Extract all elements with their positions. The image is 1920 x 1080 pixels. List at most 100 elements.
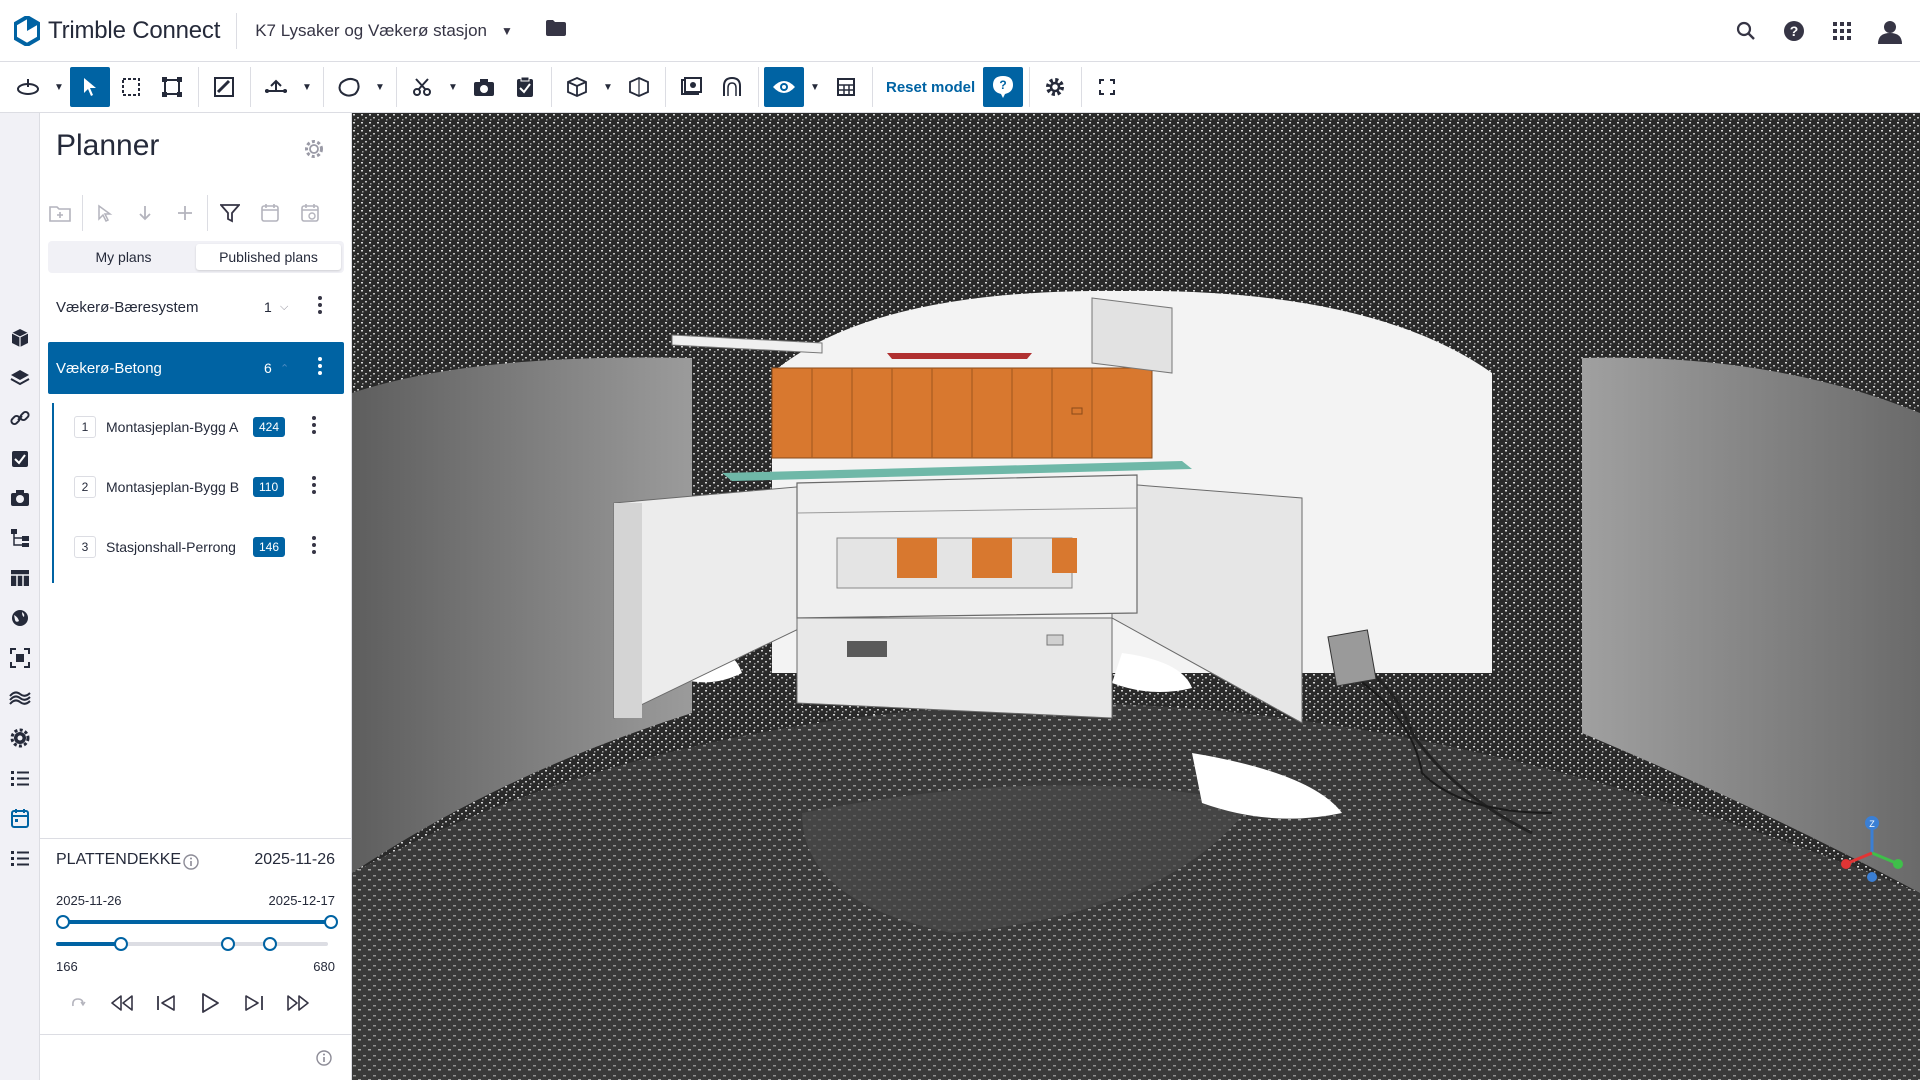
planner-calendar-icon[interactable]: [8, 806, 32, 830]
range-start-date: 2025-11-26: [56, 893, 122, 908]
camera-views-icon[interactable]: [8, 486, 32, 510]
marker-handle[interactable]: [263, 937, 277, 951]
reset-model-button[interactable]: Reset model: [878, 67, 983, 107]
tab-my-plans[interactable]: My plans: [51, 244, 196, 270]
search-icon[interactable]: [1722, 7, 1770, 55]
apps-grid-icon[interactable]: [1818, 7, 1866, 55]
more-options-icon[interactable]: [318, 356, 322, 380]
more-options-icon[interactable]: [312, 475, 316, 499]
hierarchy-icon[interactable]: [8, 526, 32, 550]
loop-icon[interactable]: [56, 985, 100, 1021]
chevron-down-icon[interactable]: ⌵: [280, 301, 288, 314]
plan-row[interactable]: Vækerø-Bæresystem 1 ⌵: [48, 281, 344, 333]
plans-tabs: My plans Published plans: [48, 241, 344, 273]
count-badge: 110: [253, 477, 285, 497]
fast-rewind-icon[interactable]: [100, 985, 144, 1021]
calendar-add-icon[interactable]: [250, 193, 290, 233]
help-icon[interactable]: ?: [1770, 7, 1818, 55]
skip-previous-icon[interactable]: [144, 985, 188, 1021]
more-options-icon[interactable]: [318, 295, 322, 319]
range-end-handle[interactable]: [324, 915, 338, 929]
play-icon[interactable]: [188, 985, 232, 1021]
info-icon[interactable]: [183, 854, 199, 875]
count-badge: 424: [253, 417, 286, 437]
select-pointer-icon[interactable]: [70, 67, 110, 107]
list-item[interactable]: 3 Stasjonshall-Perrong 146: [58, 527, 316, 567]
chevron-down-icon[interactable]: ▼: [370, 67, 390, 107]
details-list-icon[interactable]: [8, 846, 32, 870]
models-cube-icon[interactable]: [8, 326, 32, 350]
link-icon[interactable]: [8, 406, 32, 430]
measure-icon[interactable]: [256, 67, 296, 107]
new-folder-icon[interactable]: [40, 193, 80, 233]
chevron-down-icon[interactable]: ▼: [297, 67, 317, 107]
add-icon[interactable]: [165, 193, 205, 233]
3d-model-viewport[interactable]: Z: [352, 113, 1920, 1080]
table-icon[interactable]: [8, 566, 32, 590]
playback-task-label: PLATTENDEKKE: [56, 851, 182, 868]
date-range-slider[interactable]: [63, 920, 330, 924]
extensions-gear-icon[interactable]: [8, 726, 32, 750]
cube-icon[interactable]: [557, 67, 597, 107]
settings-gear-icon[interactable]: [1035, 67, 1075, 107]
point-cloud-scene: Z: [352, 113, 1920, 1080]
list-item[interactable]: 2 Montasjeplan-Bygg B 110: [58, 467, 316, 507]
min-value: 166: [56, 959, 78, 974]
chevron-up-icon[interactable]: ⌃: [280, 362, 289, 375]
filter-icon[interactable]: [210, 193, 250, 233]
todo-checklist-icon[interactable]: [8, 446, 32, 470]
more-options-icon[interactable]: [312, 535, 316, 559]
camera-icon[interactable]: [464, 67, 504, 107]
bounding-box-icon[interactable]: [152, 67, 192, 107]
folder-icon[interactable]: [545, 19, 567, 42]
trimble-connect-logo[interactable]: Trimble Connect: [14, 0, 220, 62]
list-icon[interactable]: [8, 766, 32, 790]
info-icon[interactable]: [316, 1050, 332, 1071]
more-options-icon[interactable]: [312, 415, 316, 439]
progress-handle[interactable]: [114, 937, 129, 951]
markup-icon[interactable]: [204, 67, 244, 107]
scissors-icon[interactable]: [402, 67, 442, 107]
box-select-icon[interactable]: [111, 67, 151, 107]
planner-settings-icon[interactable]: [303, 138, 325, 165]
brand-light: Connect: [132, 16, 221, 44]
project-selector[interactable]: K7 Lysaker og Vækerø stasjon ▼: [255, 19, 567, 42]
orbit-icon[interactable]: [8, 67, 48, 107]
clipboard-check-icon[interactable]: [505, 67, 545, 107]
assistant-help-icon[interactable]: ?: [983, 67, 1024, 107]
item-name: Montasjeplan-Bygg B: [106, 479, 240, 495]
tab-published-plans[interactable]: Published plans: [196, 244, 341, 270]
fast-forward-icon[interactable]: [276, 985, 320, 1021]
arrow-down-icon[interactable]: [125, 193, 165, 233]
range-start-handle[interactable]: [56, 915, 70, 929]
marker-handle[interactable]: [221, 937, 235, 951]
progress-slider[interactable]: [56, 942, 328, 946]
focus-frame-icon[interactable]: [8, 646, 32, 670]
model-layers-icon[interactable]: [671, 67, 711, 107]
chevron-down-icon[interactable]: ▼: [443, 67, 463, 107]
side-navigation-rail: [0, 113, 40, 1080]
layers-icon[interactable]: [8, 366, 32, 390]
select-tool-icon[interactable]: [85, 193, 125, 233]
section-box-icon[interactable]: [619, 67, 659, 107]
visibility-eye-icon[interactable]: [764, 67, 804, 107]
grid-view-icon[interactable]: [826, 67, 866, 107]
globe-icon[interactable]: [8, 606, 32, 630]
shape-icon[interactable]: [329, 67, 369, 107]
item-name: Montasjeplan-Bygg A: [106, 419, 239, 435]
user-avatar-icon[interactable]: [1866, 7, 1914, 55]
list-item[interactable]: 1 Montasjeplan-Bygg A 424: [58, 407, 316, 447]
skip-next-icon[interactable]: [232, 985, 276, 1021]
chevron-down-icon[interactable]: ▼: [598, 67, 618, 107]
terrain-layers-icon[interactable]: [8, 686, 32, 710]
current-date: 2025-11-26: [254, 851, 335, 868]
chevron-down-icon[interactable]: ▼: [805, 67, 825, 107]
project-name: K7 Lysaker og Vækerø stasjon: [255, 20, 487, 40]
plan-row-selected[interactable]: Vækerø-Betong 6 ⌃: [48, 342, 344, 394]
chevron-down-icon[interactable]: ▼: [49, 67, 69, 107]
panel-title: Planner: [56, 129, 160, 162]
tunnel-icon[interactable]: [712, 67, 752, 107]
calendar-sync-icon[interactable]: [290, 193, 330, 233]
fullscreen-icon[interactable]: [1087, 67, 1127, 107]
header-divider: [236, 12, 238, 49]
